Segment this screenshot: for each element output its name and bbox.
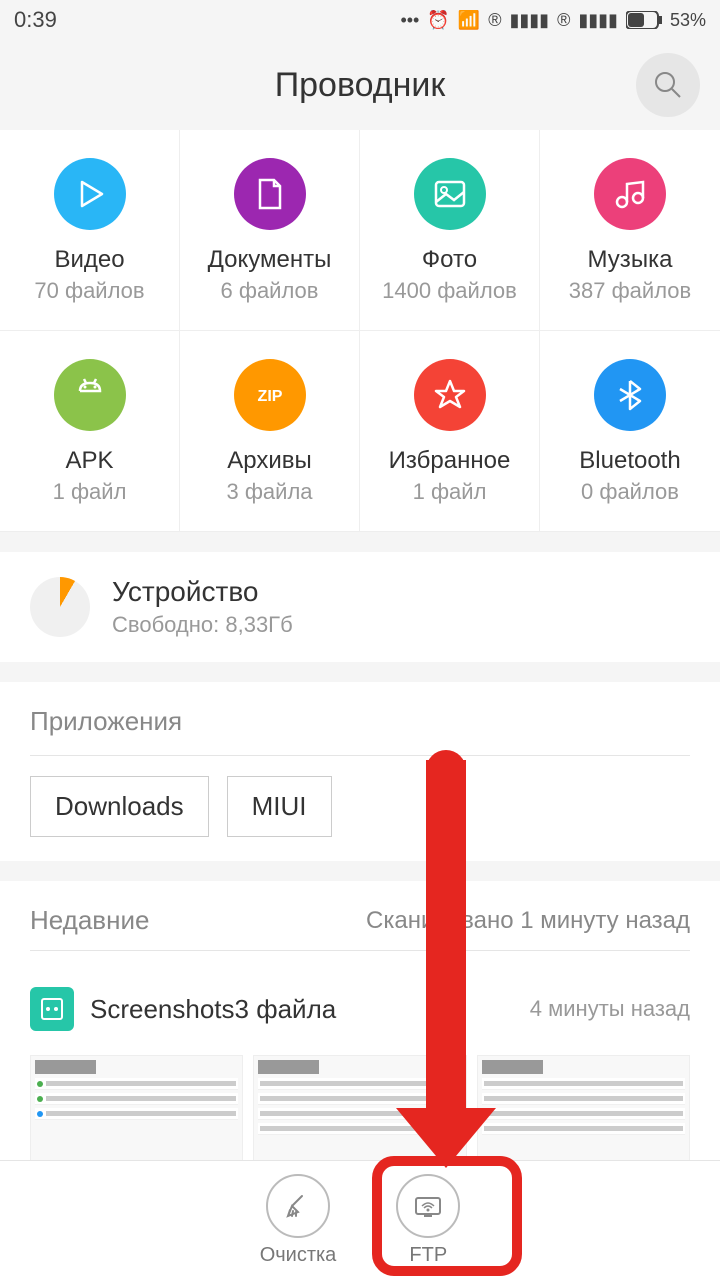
recent-scan-time: Сканировано 1 минуту назад xyxy=(366,907,690,935)
recent-section: Недавние Сканировано 1 минуту назад Scre… xyxy=(0,881,720,1189)
battery-percent: 53% xyxy=(670,10,706,31)
image-icon xyxy=(414,158,486,230)
registered-icon-2: ® xyxy=(557,10,570,31)
zip-icon: ZIP xyxy=(234,359,306,431)
screenshots-folder-icon xyxy=(30,987,74,1031)
apps-chips: Downloads MIUI xyxy=(30,776,690,837)
storage-free: Свободно: 8,33Гб xyxy=(112,612,293,638)
status-time: 0:39 xyxy=(14,7,57,33)
category-count: 70 файлов xyxy=(34,278,144,304)
star-icon xyxy=(414,359,486,431)
thumbnail[interactable] xyxy=(30,1055,243,1165)
bottom-toolbar: Очистка FTP xyxy=(0,1160,720,1280)
category-label: Музыка xyxy=(588,246,673,274)
music-icon xyxy=(594,158,666,230)
ftp-label: FTP xyxy=(409,1244,447,1267)
search-icon xyxy=(653,70,683,100)
category-image[interactable]: Фото 1400 файлов xyxy=(360,130,540,331)
apps-section: Приложения Downloads MIUI xyxy=(0,682,720,861)
ftp-button[interactable]: FTP xyxy=(396,1174,460,1267)
app-chip[interactable]: Downloads xyxy=(30,776,209,837)
category-android[interactable]: APK 1 файл xyxy=(0,331,180,532)
page-title: Проводник xyxy=(275,66,446,105)
more-icon: ••• xyxy=(400,10,419,31)
android-icon xyxy=(54,359,126,431)
category-count: 3 файла xyxy=(226,479,312,505)
battery-icon xyxy=(626,11,662,29)
bt-icon xyxy=(594,359,666,431)
clean-button[interactable]: Очистка xyxy=(260,1174,337,1267)
category-label: Архивы xyxy=(227,447,312,475)
recent-thumbnails xyxy=(30,1055,690,1165)
category-label: Документы xyxy=(208,246,332,274)
category-bt[interactable]: Bluetooth 0 файлов xyxy=(540,331,720,532)
category-count: 6 файлов xyxy=(221,278,319,304)
category-label: Bluetooth xyxy=(579,447,680,475)
wifi-icon: 📶 xyxy=(458,10,480,31)
app-chip[interactable]: MIUI xyxy=(227,776,332,837)
alarm-icon: ⏰ xyxy=(427,10,449,31)
ftp-icon xyxy=(396,1174,460,1238)
category-label: APK xyxy=(65,447,113,475)
apps-title: Приложения xyxy=(30,706,690,737)
category-star[interactable]: Избранное 1 файл xyxy=(360,331,540,532)
category-doc[interactable]: Документы 6 файлов xyxy=(180,130,360,331)
recent-title: Недавние xyxy=(30,905,149,936)
svg-text:ZIP: ZIP xyxy=(257,388,282,405)
recent-item-time: 4 минуты назад xyxy=(530,996,690,1022)
category-music[interactable]: Музыка 387 файлов xyxy=(540,130,720,331)
registered-icon: ® xyxy=(488,10,501,31)
status-indicators: ••• ⏰ 📶 ® ▮▮▮▮ ® ▮▮▮▮ 53% xyxy=(400,10,706,31)
category-count: 0 файлов xyxy=(581,479,679,505)
category-label: Фото xyxy=(422,246,477,274)
category-zip[interactable]: ZIP Архивы 3 файла xyxy=(180,331,360,532)
category-play[interactable]: Видео 70 файлов xyxy=(0,130,180,331)
signal-icon-2: ▮▮▮▮ xyxy=(578,10,618,31)
storage-title: Устройство xyxy=(112,576,293,608)
play-icon xyxy=(54,158,126,230)
recent-item[interactable]: Screenshots3 файла 4 минуты назад xyxy=(30,971,690,1047)
broom-icon xyxy=(266,1174,330,1238)
categories-grid: Видео 70 файлов Документы 6 файлов Фото … xyxy=(0,130,720,532)
category-count: 1 файл xyxy=(53,479,127,505)
thumbnail[interactable] xyxy=(477,1055,690,1165)
signal-icon: ▮▮▮▮ xyxy=(509,10,549,31)
recent-item-name: Screenshots3 файла xyxy=(90,994,514,1025)
category-label: Избранное xyxy=(389,447,511,475)
status-bar: 0:39 ••• ⏰ 📶 ® ▮▮▮▮ ® ▮▮▮▮ 53% xyxy=(0,0,720,40)
category-count: 387 файлов xyxy=(569,278,691,304)
storage-row[interactable]: Устройство Свободно: 8,33Гб xyxy=(0,552,720,662)
clean-label: Очистка xyxy=(260,1244,337,1267)
thumbnail[interactable] xyxy=(253,1055,466,1165)
doc-icon xyxy=(234,158,306,230)
category-label: Видео xyxy=(54,246,124,274)
search-button[interactable] xyxy=(636,53,700,117)
storage-pie-icon xyxy=(30,577,90,637)
app-header: Проводник xyxy=(0,40,720,130)
category-count: 1 файл xyxy=(413,479,487,505)
category-count: 1400 файлов xyxy=(382,278,517,304)
